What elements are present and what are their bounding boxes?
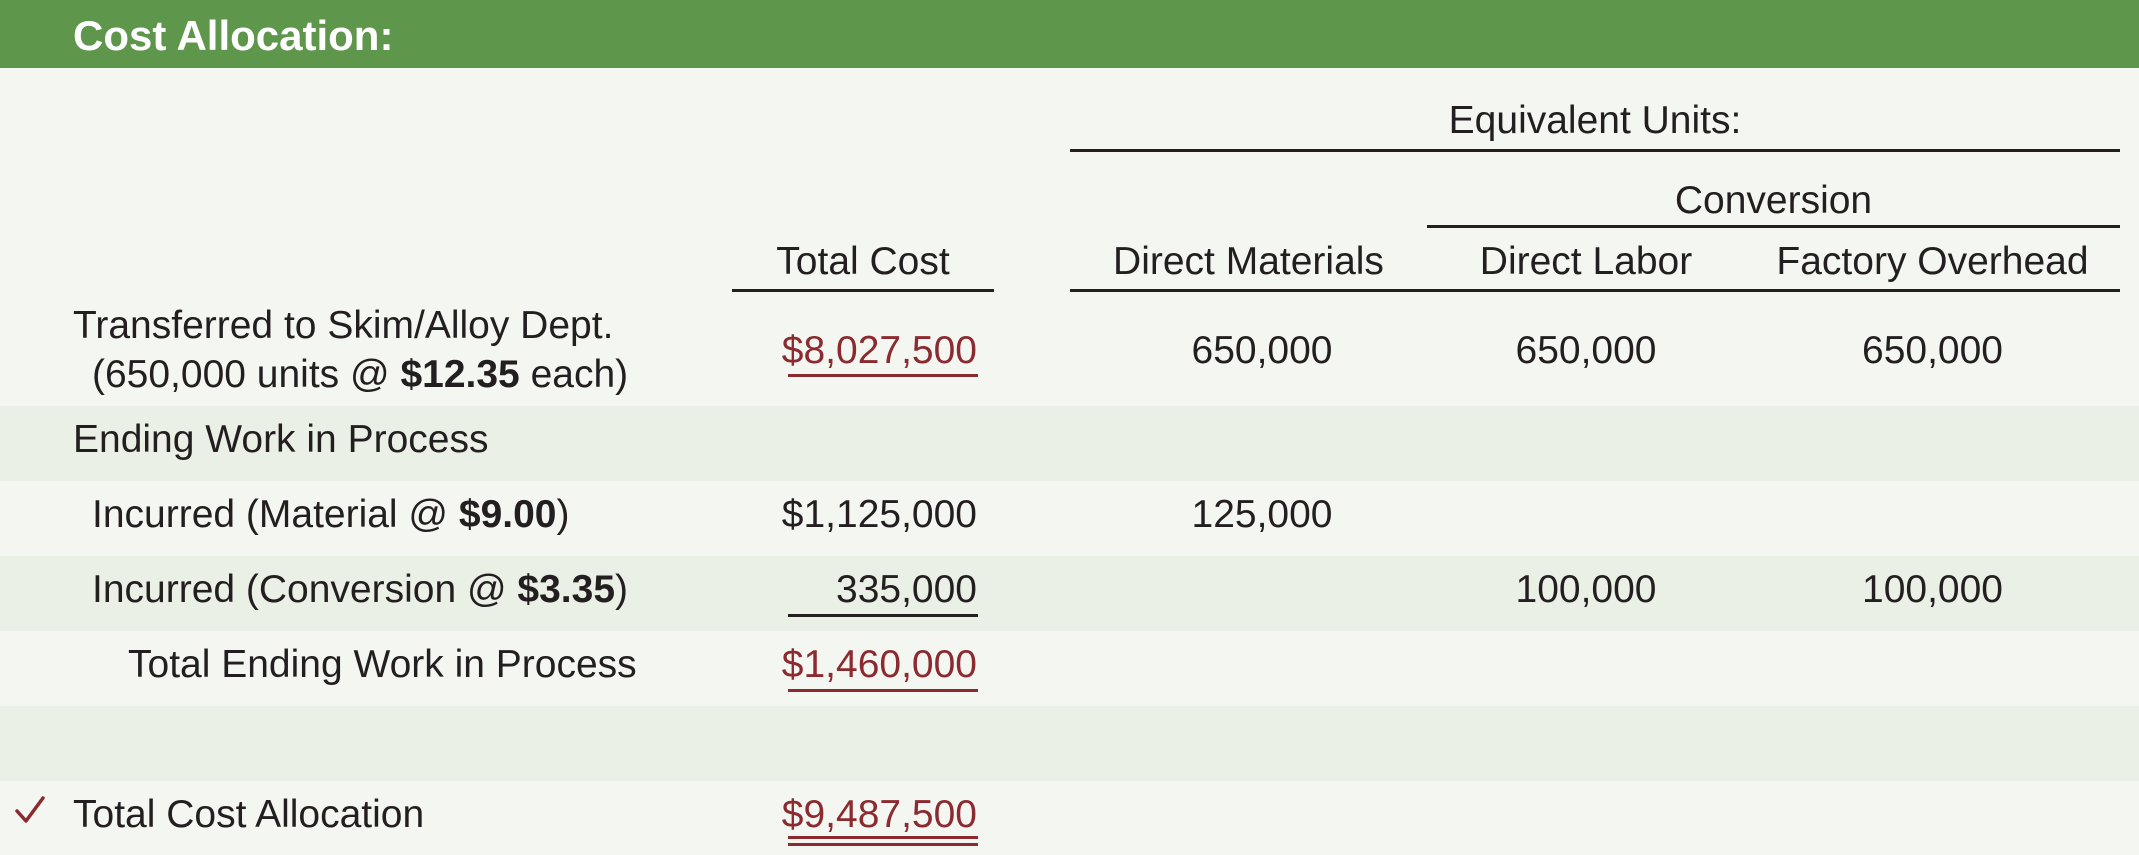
incurred-material-total-cost: $1,125,000 xyxy=(781,493,977,536)
transferred-label-line1: Transferred to Skim/Alloy Dept. xyxy=(73,304,614,347)
transferred-factory-overhead: 650,000 xyxy=(1862,329,2003,372)
incurred-conversion-rate: $3.35 xyxy=(517,568,616,611)
transferred-label-line2: (650,000 units @ $12.35 each) xyxy=(92,351,628,399)
transferred-label-prefix: (650,000 units @ xyxy=(92,353,401,396)
total-ending-wip-label: Total Ending Work in Process xyxy=(128,643,637,686)
direct-labor-header: Direct Labor xyxy=(1479,240,1693,283)
checkmark-icon xyxy=(15,796,45,823)
transferred-total-cost: $8,027,500 xyxy=(781,329,977,372)
row-band xyxy=(0,706,2139,781)
total-cost-allocation-label: Total Cost Allocation xyxy=(73,793,425,836)
incurred-material-label: Incurred (Material @ $9.00) xyxy=(92,491,569,539)
equivalent-units-rule xyxy=(1070,149,2120,152)
incurred-conversion-prefix: Incurred (Conversion @ xyxy=(92,568,518,611)
transferred-rate: $12.35 xyxy=(400,353,520,396)
total-ending-wip-underline xyxy=(788,689,978,692)
total-ending-wip-total-cost: $1,460,000 xyxy=(781,643,977,686)
conversion-header: Conversion xyxy=(1674,179,1873,222)
equivalent-units-header: Equivalent Units: xyxy=(1448,99,1742,142)
incurred-conversion-label: Incurred (Conversion @ $3.35) xyxy=(92,566,628,614)
incurred-material-rate: $9.00 xyxy=(458,493,557,536)
incurred-conversion-factory-overhead: 100,000 xyxy=(1862,568,2003,611)
transferred-direct-materials: 650,000 xyxy=(1191,329,1333,372)
transferred-direct-labor: 650,000 xyxy=(1515,329,1657,372)
total-cost-header-rule xyxy=(732,289,994,292)
incurred-conversion-total-cost: 335,000 xyxy=(836,568,977,611)
total-cost-header: Total Cost xyxy=(776,240,950,283)
incurred-material-suffix: ) xyxy=(556,493,570,536)
conversion-rule xyxy=(1427,225,2120,228)
direct-materials-header-rule xyxy=(1070,289,1427,292)
total-cost-allocation-total-cost: $9,487,500 xyxy=(781,793,977,836)
subtotal-rule xyxy=(788,614,978,617)
incurred-conversion-direct-labor: 100,000 xyxy=(1515,568,1657,611)
incurred-material-direct-materials: 125,000 xyxy=(1191,493,1333,536)
incurred-material-prefix: Incurred (Material @ xyxy=(92,493,459,536)
direct-materials-header: Direct Materials xyxy=(1113,240,1384,283)
ending-wip-label: Ending Work in Process xyxy=(73,418,489,461)
page-title: Cost Allocation: xyxy=(73,12,394,59)
transferred-label-suffix: each) xyxy=(519,353,629,396)
direct-labor-header-rule xyxy=(1427,289,1745,292)
incurred-conversion-suffix: ) xyxy=(615,568,629,611)
total-cost-allocation-underline-1 xyxy=(788,836,978,839)
header-bar: Cost Allocation: xyxy=(0,0,2139,68)
factory-overhead-header: Factory Overhead xyxy=(1776,240,2089,283)
total-cost-allocation-underline-2 xyxy=(788,843,978,846)
factory-overhead-header-rule xyxy=(1745,289,2120,292)
transferred-total-underline xyxy=(788,374,978,377)
